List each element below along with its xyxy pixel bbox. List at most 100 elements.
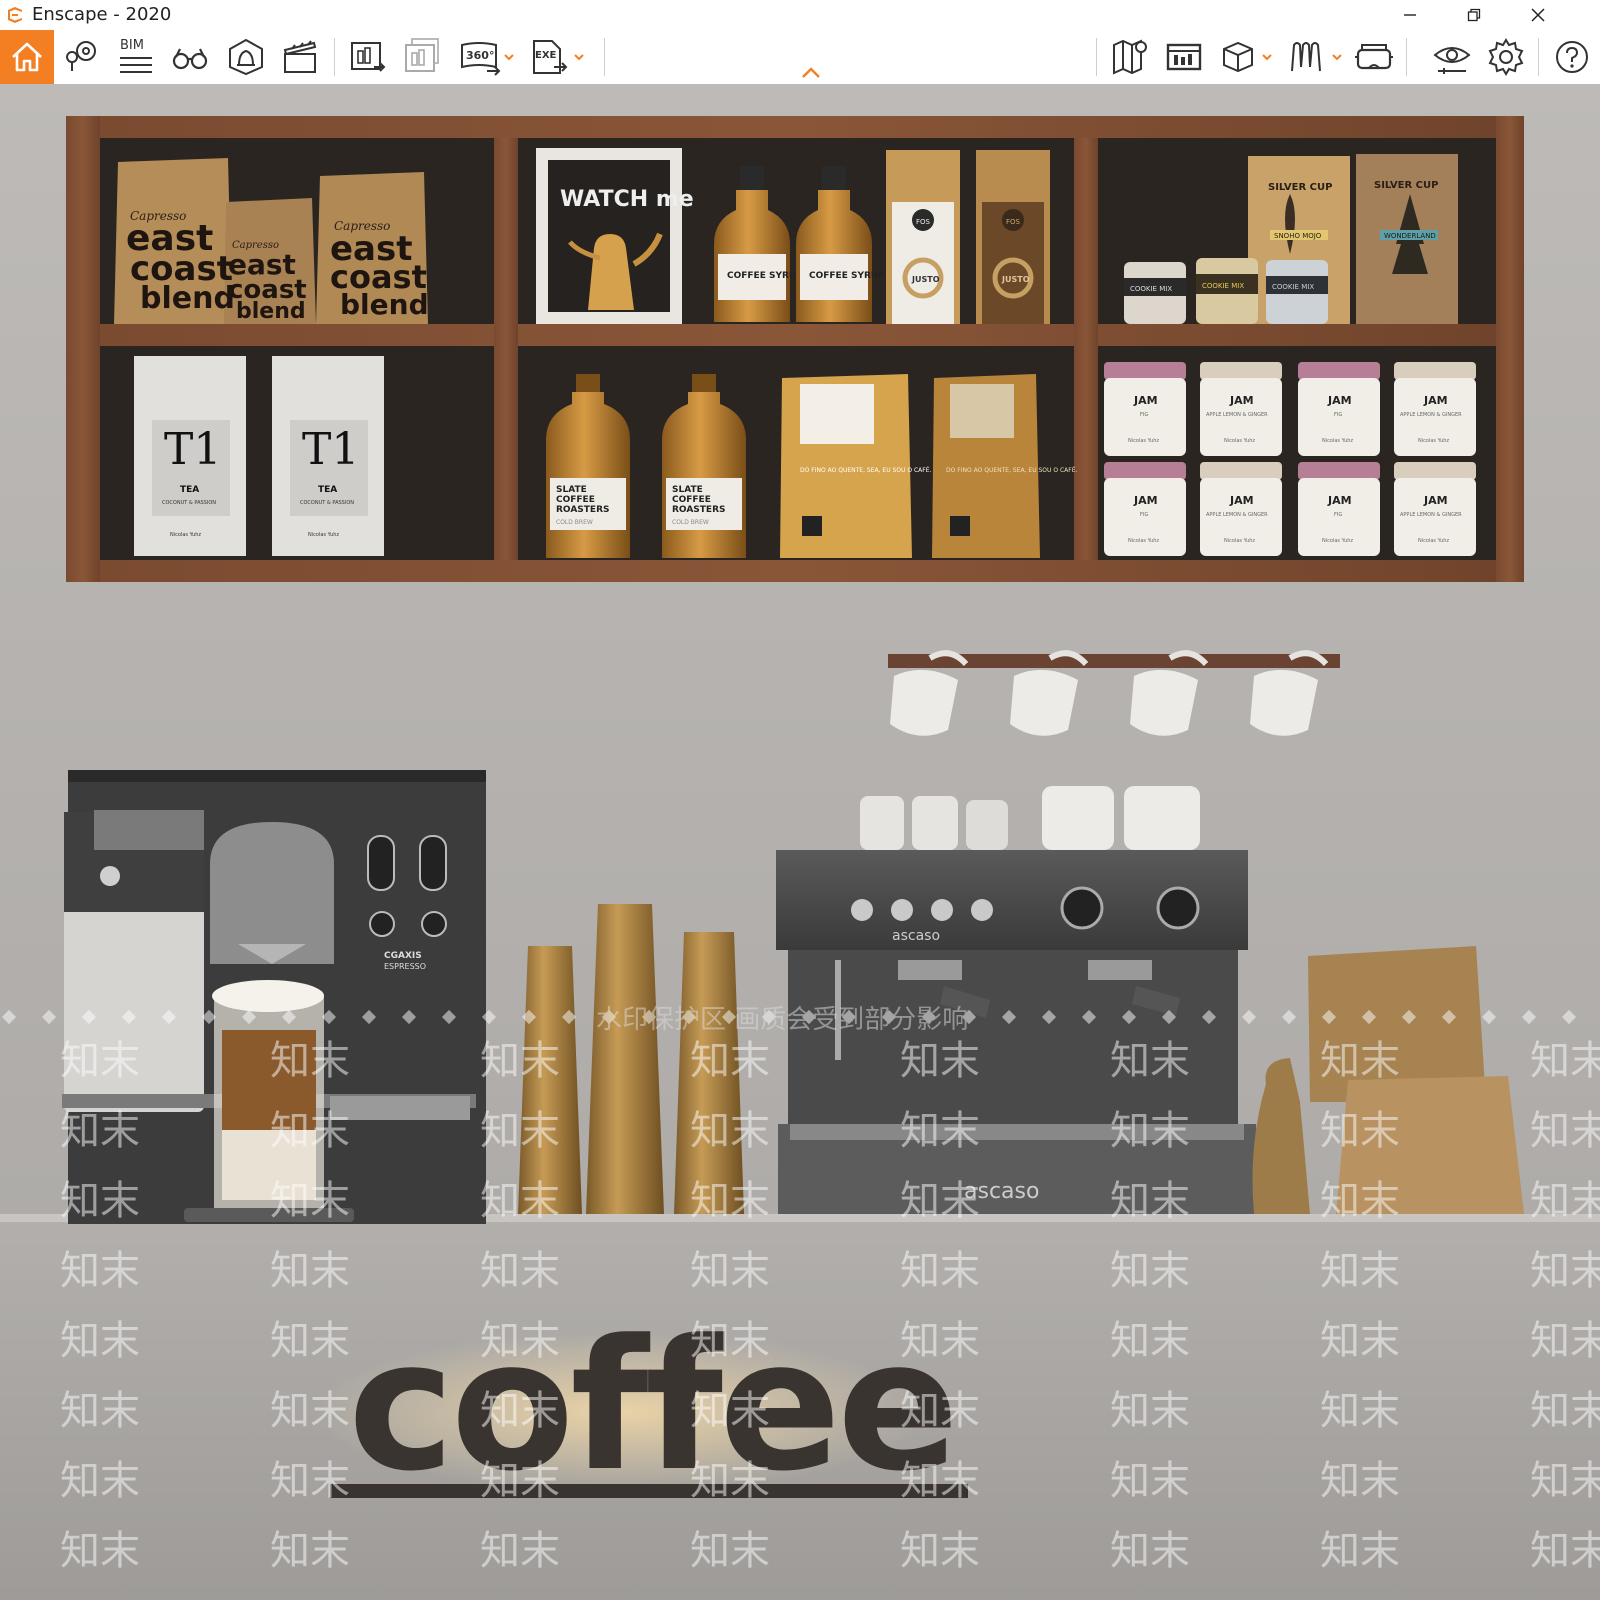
tea-author-1: Nicolas Yuhz xyxy=(170,532,201,538)
bim-button[interactable]: BIM xyxy=(112,32,160,82)
jar-author: Nicolas Yuhz xyxy=(1322,538,1353,544)
walk-mode-button[interactable] xyxy=(166,32,214,82)
batch-render-button[interactable] xyxy=(398,32,446,82)
watermark-mark: 知末 xyxy=(1320,1318,1400,1364)
watermark-mark: 知末 xyxy=(480,1528,560,1574)
jar-lid xyxy=(1104,462,1186,480)
jar-author: Nicolas Yuhz xyxy=(1224,538,1255,544)
map-icon xyxy=(1113,39,1147,75)
jar-flavor: FIG xyxy=(1334,412,1342,418)
watermark-mark: 知末 xyxy=(1110,1458,1190,1504)
tea-desc-2: COCONUT & PASSION xyxy=(300,500,354,506)
watermark-mark: 知末 xyxy=(60,1178,140,1224)
vr-headset-icon xyxy=(1355,44,1393,70)
restore-icon xyxy=(1467,8,1481,22)
justo-label-1: JUSTO xyxy=(911,275,940,284)
chevron-down-icon[interactable] xyxy=(1330,50,1344,64)
roaster-line2-2: COFFEE xyxy=(672,495,711,505)
export-exe-button[interactable]: EXE xyxy=(524,32,572,82)
jar-author: Nicolas Yuhz xyxy=(1128,438,1159,444)
watermark-mark: 知末 xyxy=(1110,1318,1190,1364)
snoho-label: SNOHO MOJO xyxy=(1274,232,1322,240)
watermark-mark: 知末 xyxy=(480,1318,560,1364)
jar-label: JAM xyxy=(1327,394,1352,407)
syrup-label-1: COFFEE SYRUP xyxy=(727,271,803,281)
watermark-mark: 知末 xyxy=(900,1178,980,1224)
watermark-mark: 知末 xyxy=(270,1248,350,1294)
watermark-mark: 知末 xyxy=(900,1528,980,1574)
render-viewport[interactable]: Capresso east coast blend Capresso east … xyxy=(0,84,1600,1600)
watermark-mark: 知末 xyxy=(1320,1038,1400,1084)
jar-lid xyxy=(1394,362,1476,380)
export-360-button[interactable]: 360° xyxy=(456,32,504,82)
chevron-down-icon[interactable] xyxy=(1260,50,1274,64)
watermark-mark: 知末 xyxy=(60,1528,140,1574)
render-image-button[interactable] xyxy=(344,32,392,82)
fos-label-2: FOS xyxy=(1006,218,1021,226)
visual-settings-icon xyxy=(1433,47,1471,74)
watermark-mark: 知末 xyxy=(1530,1178,1600,1224)
watermark-mark: 知末 xyxy=(1320,1108,1400,1154)
watermark-mark: 知末 xyxy=(270,1388,350,1434)
watermark-mark: 知末 xyxy=(480,1108,560,1154)
roaster-line3-2: ROASTERS xyxy=(672,505,726,515)
jar-label: JAM xyxy=(1133,494,1158,507)
visual-settings-button[interactable] xyxy=(1428,32,1476,82)
settings-button[interactable] xyxy=(1482,32,1530,82)
settings-gear-icon xyxy=(1488,38,1524,76)
views-button[interactable] xyxy=(58,32,106,82)
vr-headset-button[interactable] xyxy=(1350,32,1398,82)
watermark-mark: 知末 xyxy=(1110,1248,1190,1294)
watermark-mark: 知末 xyxy=(60,1458,140,1504)
watermark-mark: 知末 xyxy=(1530,1038,1600,1084)
silver-cup-label-1: SILVER CUP xyxy=(1268,182,1332,193)
tea-title-1: T1 xyxy=(164,424,221,475)
map-button[interactable] xyxy=(1106,32,1154,82)
restore-button[interactable] xyxy=(1444,0,1504,30)
bag-text-2: DO FINO AO QUENTE, SEA, EU SOU O CAFÉ. xyxy=(946,466,1077,474)
bim-label: BIM xyxy=(120,38,144,53)
jar-lid xyxy=(1298,362,1380,380)
watermark-mark: 知末 xyxy=(690,1178,770,1224)
watermark-mark: 知末 xyxy=(690,1108,770,1154)
presentation-button[interactable] xyxy=(1160,32,1208,82)
jar-author: Nicolas Yuhz xyxy=(1128,538,1159,544)
watermark-mark: 知末 xyxy=(480,1458,560,1504)
jar-lid xyxy=(1200,462,1282,480)
chevron-down-icon[interactable] xyxy=(572,50,586,64)
minimize-button[interactable] xyxy=(1380,0,1440,30)
video-editor-button[interactable] xyxy=(276,32,324,82)
collapse-toolbar-chevron-icon[interactable] xyxy=(800,66,822,80)
silver-cup-label-2: SILVER CUP xyxy=(1374,180,1438,191)
watermark-mark: 知末 xyxy=(900,1388,980,1434)
capsule-coffee-machine: CGAXIS ESPRESSO xyxy=(62,770,486,1224)
watermark-mark: 知末 xyxy=(690,1318,770,1364)
bag-text-1: DO FINO AO QUENTE, SEA, EU SOU O CAFÉ. xyxy=(800,466,931,474)
asset-bell-icon xyxy=(229,38,263,76)
asset-library-button[interactable] xyxy=(222,32,270,82)
section-box-button[interactable] xyxy=(1214,32,1262,82)
home-button[interactable] xyxy=(0,30,54,84)
bag-line3-2: blend xyxy=(236,299,306,324)
watermark-mark: 知末 xyxy=(60,1318,140,1364)
jar-flavor: APPLE LEMON & GINGER xyxy=(1206,512,1268,518)
tea-title-2: T1 xyxy=(302,424,359,475)
close-button[interactable] xyxy=(1508,0,1568,30)
exe-label: EXE xyxy=(535,50,557,61)
machine-brand: CGAXIS xyxy=(384,951,422,961)
help-button[interactable] xyxy=(1548,32,1596,82)
watermark-mark: 知末 xyxy=(900,1318,980,1364)
machine-sub: ESPRESSO xyxy=(384,962,426,971)
toolbar-separator xyxy=(604,38,605,76)
chevron-down-icon[interactable] xyxy=(502,50,516,64)
roaster-line1-2: SLATE xyxy=(672,485,703,495)
home-icon xyxy=(12,42,42,72)
jar-label: JAM xyxy=(1133,394,1158,407)
mug xyxy=(890,669,958,736)
jar-flavor: APPLE LEMON & GINGER xyxy=(1400,512,1462,518)
justo-label-2: JUSTO xyxy=(1001,275,1030,284)
watermark-mark: 知末 xyxy=(480,1248,560,1294)
materials-button[interactable] xyxy=(1282,32,1330,82)
watch-me-poster: WATCH me xyxy=(536,148,694,324)
roaster-sub-2: COLD BREW xyxy=(672,519,709,526)
